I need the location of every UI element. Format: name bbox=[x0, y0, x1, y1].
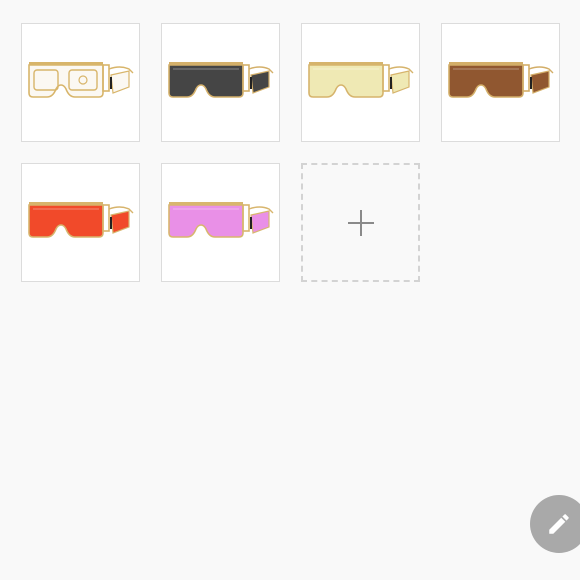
sunglasses-image bbox=[27, 61, 133, 98]
photo-picker-screen bbox=[0, 0, 580, 580]
sunglasses-image bbox=[167, 61, 273, 98]
sunglasses-image bbox=[307, 61, 413, 98]
photo-thumbnail-rainbow-gold-frame[interactable] bbox=[21, 23, 140, 142]
add-photo-tile[interactable] bbox=[301, 163, 420, 282]
photo-thumbnail-black[interactable] bbox=[161, 23, 280, 142]
photo-thumbnail-light-yellow[interactable] bbox=[301, 23, 420, 142]
edit-button[interactable] bbox=[530, 495, 580, 553]
photo-thumbnail-pink[interactable] bbox=[161, 163, 280, 282]
sunglasses-image bbox=[27, 201, 133, 238]
plus-icon bbox=[347, 209, 374, 236]
photo-thumbnail-brown[interactable] bbox=[441, 23, 560, 142]
photo-thumbnail-red[interactable] bbox=[21, 163, 140, 282]
sunglasses-image bbox=[447, 61, 553, 98]
photo-grid bbox=[21, 23, 560, 282]
sunglasses-image bbox=[167, 201, 273, 238]
pencil-icon bbox=[549, 514, 569, 534]
